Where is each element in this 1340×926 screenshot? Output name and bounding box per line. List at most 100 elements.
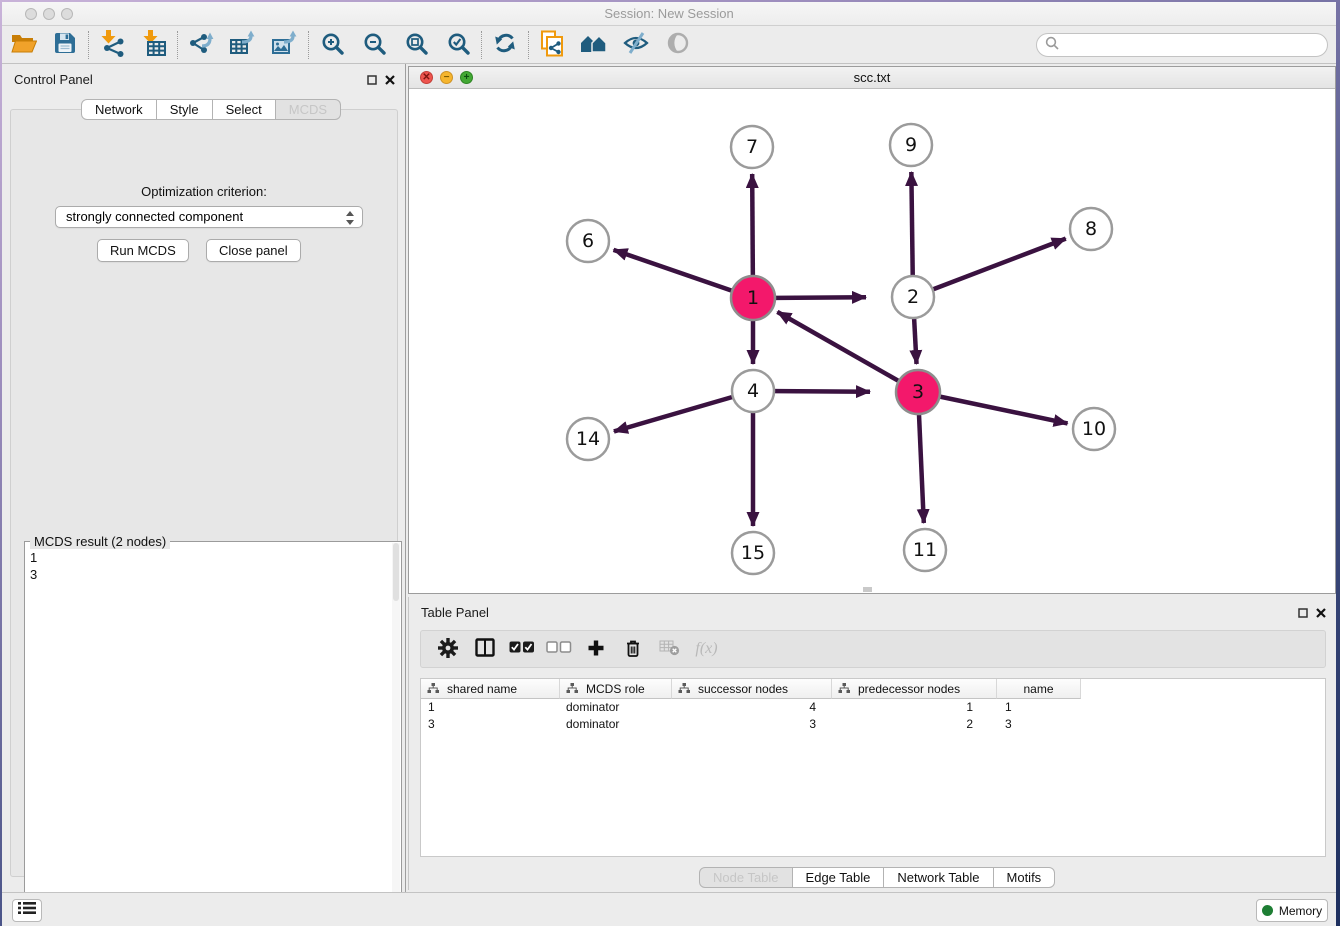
apply-layout-button[interactable] — [484, 27, 526, 63]
float-panel-icon[interactable] — [367, 72, 377, 90]
column-header-successor-nodes[interactable]: successor nodes — [672, 679, 832, 699]
show-columns-button[interactable] — [466, 632, 503, 666]
cell-successor-nodes[interactable]: 4 — [672, 699, 832, 716]
cell-mcds-role[interactable]: dominator — [560, 699, 672, 716]
cell-name[interactable]: 1 — [997, 699, 1081, 716]
zoom-fit-button[interactable] — [395, 27, 437, 63]
float-panel-icon[interactable] — [1298, 605, 1308, 623]
delete-table-button[interactable] — [651, 632, 688, 666]
graph-node-7[interactable]: 7 — [731, 126, 773, 168]
column-header-mcds-role[interactable]: MCDS role — [560, 679, 672, 699]
mcds-result-box: MCDS result (2 nodes) 1 3 — [24, 541, 402, 918]
cell-mcds-role[interactable]: dominator — [560, 716, 672, 733]
mcds-panel: Optimization criterion: strongly connect… — [10, 109, 398, 877]
memory-button[interactable]: Memory — [1256, 899, 1328, 922]
network-window-titlebar[interactable]: ✕ − + scc.txt — [409, 67, 1335, 89]
result-scrollbar[interactable] — [392, 543, 400, 916]
cell-shared-name[interactable]: 3 — [421, 716, 560, 733]
search-input[interactable] — [1063, 36, 1327, 54]
show-graphics-details-button[interactable] — [657, 27, 699, 63]
status-bar: Memory — [2, 892, 1336, 926]
network-canvas[interactable]: 7 9 6 8 1 2 4 3 14 10 15 11 — [409, 89, 1335, 593]
window-title: Session: New Session — [2, 6, 1336, 21]
save-session-button[interactable] — [44, 27, 86, 63]
zoom-in-button[interactable] — [311, 27, 353, 63]
export-table-button[interactable] — [222, 27, 264, 63]
eye-slash-icon — [622, 30, 650, 59]
graph-node-3[interactable]: 3 — [896, 370, 940, 414]
graph-edge-3-1[interactable] — [777, 312, 918, 392]
column-header-predecessor-nodes[interactable]: predecessor nodes — [832, 679, 997, 699]
tab-select[interactable]: Select — [213, 99, 276, 120]
table-row[interactable]: 3dominator323 — [421, 716, 1325, 733]
first-neighbors-button[interactable] — [573, 27, 615, 63]
graph-node-11[interactable]: 11 — [904, 529, 946, 571]
graph-edge-2-8[interactable] — [913, 239, 1066, 297]
gear-icon — [437, 637, 459, 662]
svg-text:9: 9 — [905, 134, 917, 156]
tab-mcds[interactable]: MCDS — [276, 99, 341, 120]
column-header-label: shared name — [447, 682, 517, 696]
graph-node-15[interactable]: 15 — [732, 532, 774, 574]
delete-column-button[interactable] — [614, 632, 651, 666]
trash-icon — [624, 638, 642, 661]
search-box[interactable] — [1036, 33, 1328, 57]
column-header-shared-name[interactable]: shared name — [421, 679, 560, 699]
graph-node-9[interactable]: 9 — [890, 124, 932, 166]
cell-name[interactable]: 3 — [997, 716, 1081, 733]
graph-node-6[interactable]: 6 — [567, 220, 609, 262]
function-builder-button[interactable]: f(x) — [688, 632, 725, 666]
hide-graphics-details-button[interactable] — [615, 27, 657, 63]
run-mcds-button[interactable]: Run MCDS — [97, 239, 189, 262]
export-network-button[interactable] — [180, 27, 222, 63]
mcds-result-text[interactable]: 1 3 — [30, 549, 389, 913]
tab-node-table[interactable]: Node Table — [699, 867, 793, 888]
clone-network-button[interactable] — [531, 27, 573, 63]
export-table-icon — [229, 30, 257, 60]
import-table-button[interactable] — [133, 27, 175, 63]
export-image-button[interactable] — [264, 27, 306, 63]
graph-node-8[interactable]: 8 — [1070, 208, 1112, 250]
graph-node-10[interactable]: 10 — [1073, 408, 1115, 450]
table-settings-button[interactable] — [429, 632, 466, 666]
column-header-name[interactable]: name — [997, 679, 1081, 699]
tree-sort-icon — [427, 683, 439, 694]
select-all-columns-button[interactable] — [503, 632, 540, 666]
graph-node-1[interactable]: 1 — [731, 276, 775, 320]
cell-predecessor-nodes[interactable]: 2 — [832, 716, 997, 733]
close-panel-icon[interactable] — [1316, 605, 1326, 623]
toolbar-separator — [88, 31, 89, 59]
import-network-button[interactable] — [91, 27, 133, 63]
cell-shared-name[interactable]: 1 — [421, 699, 560, 716]
graph-node-2[interactable]: 2 — [892, 276, 934, 318]
graph-node-4[interactable]: 4 — [732, 370, 774, 412]
svg-text:6: 6 — [582, 230, 594, 252]
cell-predecessor-nodes[interactable]: 1 — [832, 699, 997, 716]
table-row[interactable]: 1dominator411 — [421, 699, 1325, 716]
zoom-out-button[interactable] — [353, 27, 395, 63]
delete-table-icon — [659, 639, 680, 659]
optimization-criterion-select[interactable]: strongly connected component — [55, 206, 363, 228]
cell-successor-nodes[interactable]: 3 — [672, 716, 832, 733]
task-history-button[interactable] — [12, 899, 42, 922]
create-column-button[interactable] — [577, 632, 614, 666]
frame-resize-grip[interactable] — [863, 587, 872, 592]
unselect-all-columns-button[interactable] — [540, 632, 577, 666]
tab-network-table[interactable]: Network Table — [884, 867, 993, 888]
tab-edge-table[interactable]: Edge Table — [793, 867, 885, 888]
tab-style[interactable]: Style — [157, 99, 213, 120]
control-panel-header: Control Panel — [2, 64, 405, 94]
close-panel-icon[interactable] — [385, 72, 395, 90]
zoom-selected-button[interactable] — [437, 27, 479, 63]
node-table[interactable]: shared name MCDS rolesuccessor nodesprede… — [420, 678, 1326, 857]
tab-network[interactable]: Network — [81, 99, 157, 120]
window-titlebar[interactable]: Session: New Session — [2, 2, 1336, 26]
graph-node-14[interactable]: 14 — [567, 418, 609, 460]
open-session-button[interactable] — [2, 27, 44, 63]
application-window: Session: New Session Control Panel — [2, 2, 1336, 926]
svg-text:10: 10 — [1082, 418, 1106, 440]
close-panel-button[interactable]: Close panel — [206, 239, 301, 262]
graph-svg[interactable]: 7 9 6 8 1 2 4 3 14 10 15 11 — [409, 89, 1335, 593]
tab-motifs[interactable]: Motifs — [994, 867, 1056, 888]
table-toolbar: f(x) — [420, 630, 1326, 668]
